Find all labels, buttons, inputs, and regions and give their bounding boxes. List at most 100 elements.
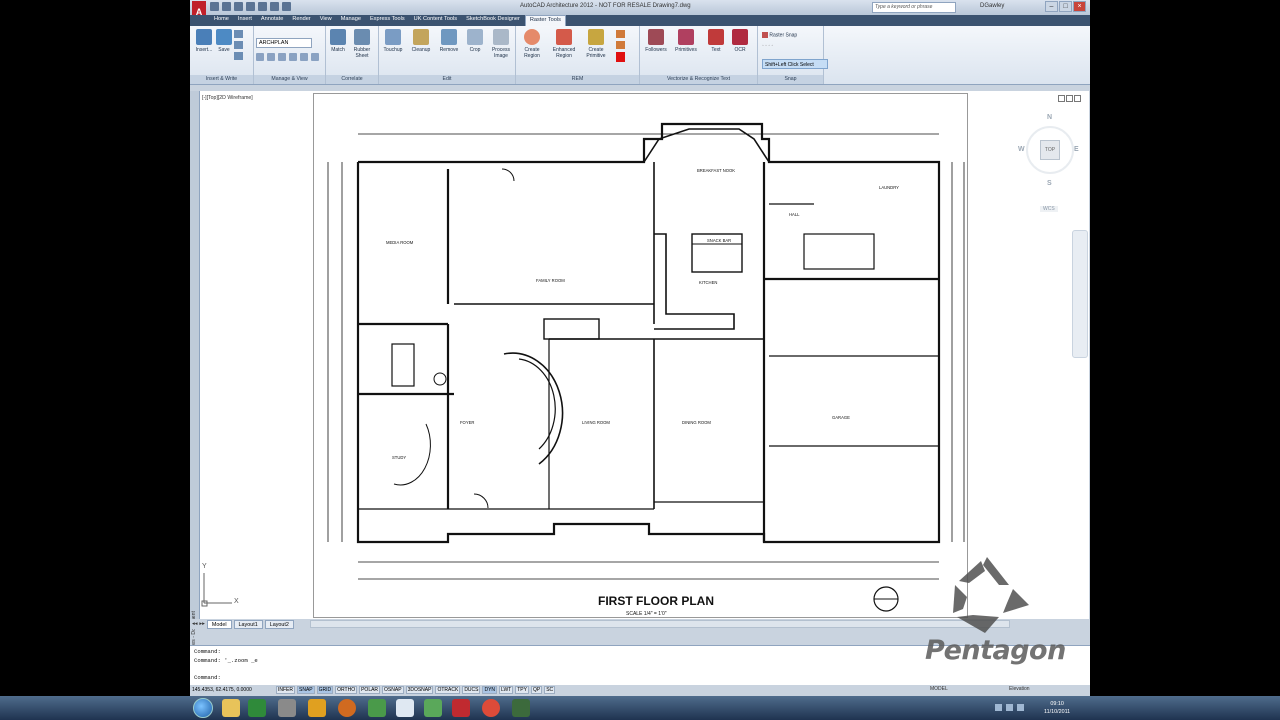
search-input[interactable]: Type a keyword or phrase	[872, 2, 956, 13]
tab-manage[interactable]: Manage	[337, 15, 365, 26]
create-primitive-button[interactable]: Create Primitive	[584, 29, 608, 59]
status-toggle-osnap[interactable]: OSNAP	[382, 686, 404, 694]
tab-model[interactable]: Model	[206, 619, 232, 629]
followers-button[interactable]: Followers	[644, 29, 668, 53]
create-region-button[interactable]: Create Region	[520, 29, 544, 59]
outlook-icon[interactable]	[308, 699, 326, 717]
status-toggle-3dosnap[interactable]: 3DOSNAP	[405, 686, 434, 694]
open-icon[interactable]	[222, 2, 231, 11]
save-raster-button[interactable]: Save	[212, 29, 236, 53]
tab-layout1[interactable]: Layout1	[233, 619, 263, 629]
text-button[interactable]: Text	[704, 29, 728, 53]
viewport-restore-icon[interactable]	[1066, 95, 1073, 102]
viewcube-south[interactable]: S	[1047, 180, 1052, 187]
crop-button[interactable]: Crop	[463, 29, 487, 53]
status-toggle-polar[interactable]: POLAR	[359, 686, 381, 694]
zoom-icon[interactable]	[256, 53, 264, 61]
tab-view[interactable]: View	[316, 15, 336, 26]
cleanup-button[interactable]: Cleanup	[409, 29, 433, 53]
process-image-button[interactable]: Process Image	[489, 29, 513, 59]
status-toggle-dyn[interactable]: DYN	[482, 686, 498, 694]
color-swatch-icon[interactable]	[616, 52, 625, 62]
viewcube-top-face[interactable]: TOP	[1040, 140, 1060, 160]
redo-icon[interactable]	[282, 2, 291, 11]
tab-annotate[interactable]: Annotate	[257, 15, 287, 26]
app-icon[interactable]	[512, 699, 530, 717]
region-tool-icon[interactable]	[616, 30, 625, 38]
plot-icon[interactable]	[258, 2, 267, 11]
save-as-icon[interactable]	[246, 2, 255, 11]
detach-icon[interactable]	[300, 53, 308, 61]
start-button[interactable]	[193, 698, 213, 718]
media-player-icon[interactable]	[278, 699, 296, 717]
status-toggle-infer[interactable]: INFER	[276, 686, 295, 694]
list-icon[interactable]	[289, 53, 297, 61]
tab-nav-next-icon[interactable]: ▸▸	[199, 621, 204, 627]
image-transparency-icon[interactable]	[234, 41, 243, 49]
app-icon[interactable]	[424, 699, 442, 717]
wcs-dropdown[interactable]: WCS	[1040, 206, 1058, 212]
tab-express-tools[interactable]: Express Tools	[366, 15, 409, 26]
status-toggle-lwt[interactable]: LWT	[499, 686, 514, 694]
status-toggle-grid[interactable]: GRID	[316, 686, 334, 694]
rubber-sheet-button[interactable]: Rubber Sheet	[350, 29, 374, 59]
tab-uk-content-tools[interactable]: UK Content Tools	[410, 15, 461, 26]
autocad-icon[interactable]	[452, 699, 470, 717]
viewcube[interactable]: N S E W TOP WCS	[1018, 112, 1080, 212]
status-toggle-snap[interactable]: SNAP	[297, 686, 315, 694]
elevation-field[interactable]: Elevation	[1009, 686, 1030, 692]
flag-icon[interactable]	[1017, 704, 1024, 711]
tab-render[interactable]: Render	[288, 15, 314, 26]
new-icon[interactable]	[210, 2, 219, 11]
save-icon[interactable]	[234, 2, 243, 11]
user-name[interactable]: DGawley	[980, 3, 1004, 9]
volume-icon[interactable]	[1006, 704, 1013, 711]
tab-nav-first-icon[interactable]: ◂◂	[192, 621, 197, 627]
touchup-button[interactable]: Touchup	[381, 29, 405, 53]
match-button[interactable]: Match	[326, 29, 350, 53]
app-icon[interactable]	[368, 699, 386, 717]
image-quality-icon[interactable]	[234, 52, 243, 60]
viewport-minimize-icon[interactable]	[1058, 95, 1065, 102]
viewport-close-icon[interactable]	[1074, 95, 1081, 102]
ocr-button[interactable]: OCR	[728, 29, 752, 53]
raster-snap-toggle[interactable]: Raster Snap	[762, 32, 797, 38]
viewport-controls[interactable]: [-][Top][2D Wireframe]	[202, 95, 253, 101]
selection-mode-dropdown[interactable]: Shift+Left Click Select	[762, 59, 828, 69]
region-tool-icon[interactable]	[616, 41, 625, 49]
notepad-icon[interactable]	[396, 699, 414, 717]
status-toggle-ducs[interactable]: DUCS	[462, 686, 481, 694]
tool-palettes-strip[interactable]: Tool Palettes - Document	[190, 91, 200, 669]
reload-icon[interactable]	[311, 53, 319, 61]
viewcube-north[interactable]: N	[1047, 114, 1052, 121]
undo-icon[interactable]	[270, 2, 279, 11]
chrome-icon[interactable]	[482, 699, 500, 717]
firefox-icon[interactable]	[338, 699, 356, 717]
raster-floor-plan[interactable]: MEDIA ROOM FAMILY ROOM KITCHEN SNACK BAR…	[313, 93, 968, 618]
explorer-icon[interactable]	[222, 699, 240, 717]
status-toggle-qp[interactable]: QP	[530, 686, 543, 694]
image-select-dropdown[interactable]: ARCHPLAN	[256, 38, 312, 48]
remove-button[interactable]: Remove	[437, 29, 461, 53]
tab-home[interactable]: Home	[210, 15, 233, 26]
tab-raster-tools[interactable]: Raster Tools	[524, 15, 566, 26]
viewcube-east[interactable]: E	[1074, 146, 1079, 153]
layer-icon[interactable]	[278, 53, 286, 61]
viewcube-west[interactable]: W	[1018, 146, 1025, 153]
clock[interactable]: 09:10 11/10/2011	[1044, 700, 1070, 716]
tab-insert[interactable]: Insert	[234, 15, 256, 26]
excel-icon[interactable]	[248, 699, 266, 717]
primitives-button[interactable]: Primitives	[674, 29, 698, 53]
status-toggle-ortho[interactable]: ORTHO	[335, 686, 358, 694]
horizontal-scrollbar[interactable]	[310, 620, 1010, 628]
status-toggle-otrack[interactable]: OTRACK	[435, 686, 461, 694]
image-frame-icon[interactable]	[234, 30, 243, 38]
coordinates-readout[interactable]: 145.4353, 62.4175, 0.0000	[192, 687, 274, 693]
network-icon[interactable]	[995, 704, 1002, 711]
minimize-button[interactable]: –	[1045, 1, 1058, 12]
tab-sketchbook-designer[interactable]: SketchBook Designer	[462, 15, 524, 26]
model-space-button[interactable]: MODEL	[930, 686, 948, 692]
navigation-bar[interactable]	[1072, 230, 1088, 358]
maximize-button[interactable]: □	[1059, 1, 1072, 12]
close-button[interactable]: ×	[1073, 1, 1086, 12]
